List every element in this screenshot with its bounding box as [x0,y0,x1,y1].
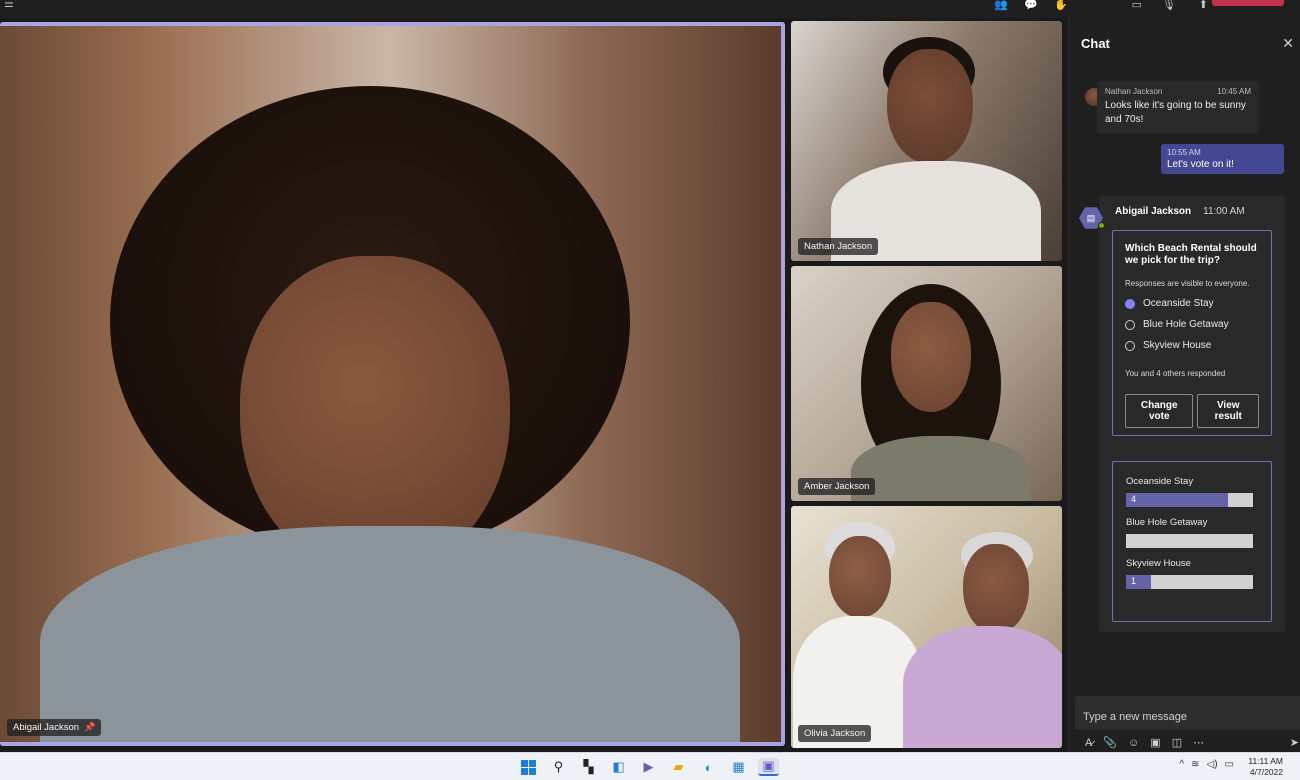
radio-icon[interactable] [1125,319,1135,330]
leave-button[interactable] [1212,0,1284,6]
search-icon[interactable]: ⚲ [548,758,569,776]
message-time: 10:45 AM [1217,87,1251,96]
share-icon[interactable]: ⬆ [1199,0,1208,11]
gif-icon[interactable]: ▣ [1150,736,1160,749]
chat-app-icon[interactable]: ▶ [638,758,659,776]
view-result-button[interactable]: View result [1197,394,1259,428]
widgets-icon[interactable]: ◧ [608,758,629,776]
result-bar [1126,534,1253,548]
message-time: 11:00 AM [1203,206,1245,217]
edge-icon[interactable]: ◐ [698,758,719,776]
format-icon[interactable]: A̷ [1085,737,1092,749]
radio-selected-icon[interactable] [1125,298,1135,309]
message-sender: Nathan Jackson [1105,87,1163,96]
compose-toolbar: A̷ 📎 ☺ ▣ ◫ ⋯ ➤ [1085,736,1299,750]
battery-icon[interactable]: ▭ [1225,759,1234,770]
result-count: 1 [1131,576,1137,586]
poll-sender-line: Abigail Jackson 11:00 AM [1115,206,1245,217]
result-bar-fill [1126,493,1228,507]
poll-option-blue-hole[interactable]: Blue Hole Getaway [1125,319,1259,330]
participant-name: Olivia Jackson [804,728,866,739]
video-tile-main[interactable]: Abigail Jackson 📌 [0,22,785,746]
sticker-icon[interactable]: ◫ [1172,736,1182,749]
clock[interactable]: 11:11 AM 4/7/2022 [1248,756,1283,778]
chat-message-incoming[interactable]: Nathan Jackson 10:45 AM Looks like it's … [1097,81,1259,133]
close-icon[interactable]: ✕ [1282,35,1294,52]
result-label: Oceanside Stay [1126,476,1194,487]
participants-icon[interactable]: 👥 [994,0,1008,11]
mic-icon[interactable]: 🎙 [1162,0,1176,11]
menu-icon[interactable]: ☰ [4,0,14,10]
result-row: Oceanside Stay 4 [1126,476,1258,507]
poll-option-label: Blue Hole Getaway [1143,319,1229,330]
chat-panel: Chat ✕ Nathan Jackson 10:45 AM Looks lik… [1068,18,1300,752]
participant-name: Abigail Jackson [13,722,80,733]
chat-title: Chat [1081,36,1110,51]
windows-taskbar: ⚲ ▚ ◧ ▶ ▰ ◐ ▦ ▣ ^ ≋ ◁) ▭ 11:11 AM 4/7/20… [0,752,1300,780]
result-bar: 4 [1126,493,1253,507]
poll-question: Which Beach Rental should we pick for th… [1125,243,1257,266]
message-time: 10:55 AM [1167,148,1201,157]
result-label: Skyview House [1126,558,1191,569]
poll-results-card: Oceanside Stay 4 Blue Hole Getaway Skyvi… [1112,461,1272,622]
message-text: Let's vote on it! [1167,159,1234,170]
emoji-icon[interactable]: ☺ [1128,737,1139,749]
teams-icon[interactable]: ▣ [758,758,779,776]
name-tag-olivia: Olivia Jackson [798,725,872,742]
poll-visibility-note: Responses are visible to everyone. [1125,279,1250,288]
poll-response-count: You and 4 others responded [1125,369,1226,378]
chat-toggle-icon[interactable]: 💬 [1024,0,1038,11]
poll-option-label: Oceanside Stay [1143,298,1214,309]
participant-name: Amber Jackson [804,481,870,492]
result-bar: 1 [1126,575,1253,589]
file-explorer-icon[interactable]: ▰ [668,758,689,776]
task-view-icon[interactable]: ▚ [578,758,599,776]
message-text: Looks like it's going to be sunny and 70… [1105,100,1246,125]
raise-hand-icon[interactable]: ✋ [1054,0,1068,11]
start-icon[interactable] [518,758,539,776]
chat-message-outgoing[interactable]: 10:55 AM Let's vote on it! [1161,144,1284,174]
message-input[interactable] [1083,711,1293,723]
result-row: Skyview House 1 [1126,558,1258,589]
clock-time: 11:11 AM [1248,756,1283,766]
attach-icon[interactable]: 📎 [1103,736,1117,749]
change-vote-button[interactable]: Change vote [1125,394,1194,428]
compose-box[interactable] [1075,696,1300,730]
presence-available-icon [1098,222,1105,229]
message-sender: Abigail Jackson [1115,206,1192,217]
meeting-toolbar: ☰ 👥 💬 ✋ ▭ 🎙 ⬆ [0,0,1300,18]
poll-option-skyview[interactable]: Skyview House [1125,340,1259,351]
poll-card: Which Beach Rental should we pick for th… [1112,230,1272,436]
system-tray: ^ ≋ ◁) ▭ [1179,759,1234,770]
participant-name: Nathan Jackson [804,241,873,252]
radio-icon[interactable] [1125,340,1135,351]
clock-date: 4/7/2022 [1249,767,1283,777]
poll-option-oceanside[interactable]: Oceanside Stay [1125,298,1259,309]
result-count: 4 [1131,494,1137,504]
name-tag-nathan: Nathan Jackson [798,238,879,255]
pin-icon[interactable]: 📌 [84,722,95,733]
teams-meeting-window: ☰ 👥 💬 ✋ ▭ 🎙 ⬆ Abigail Jackson 📌 Nathan J… [0,0,1300,780]
wifi-icon[interactable]: ≋ [1191,759,1199,770]
poll-option-label: Skyview House [1143,340,1212,351]
name-tag-main: Abigail Jackson 📌 [7,719,102,736]
volume-icon[interactable]: ◁) [1207,759,1218,770]
result-row: Blue Hole Getaway [1126,517,1258,548]
camera-icon[interactable]: ▭ [1132,0,1142,11]
send-icon[interactable]: ➤ [1290,736,1299,749]
name-tag-amber: Amber Jackson [798,478,876,495]
result-bar-fill [1126,575,1152,589]
chevron-up-icon[interactable]: ^ [1179,759,1184,770]
video-tile-amber[interactable]: Amber Jackson [791,266,1062,501]
store-icon[interactable]: ▦ [728,758,749,776]
taskbar-apps: ⚲ ▚ ◧ ▶ ▰ ◐ ▦ ▣ [518,758,779,776]
video-tile-olivia[interactable]: Olivia Jackson [791,506,1062,748]
result-label: Blue Hole Getaway [1126,517,1208,528]
more-options-icon[interactable]: ⋯ [1193,736,1204,749]
video-tile-nathan[interactable]: Nathan Jackson [791,21,1062,261]
video-stage: Abigail Jackson 📌 Nathan Jackson Amber J… [0,18,1068,752]
